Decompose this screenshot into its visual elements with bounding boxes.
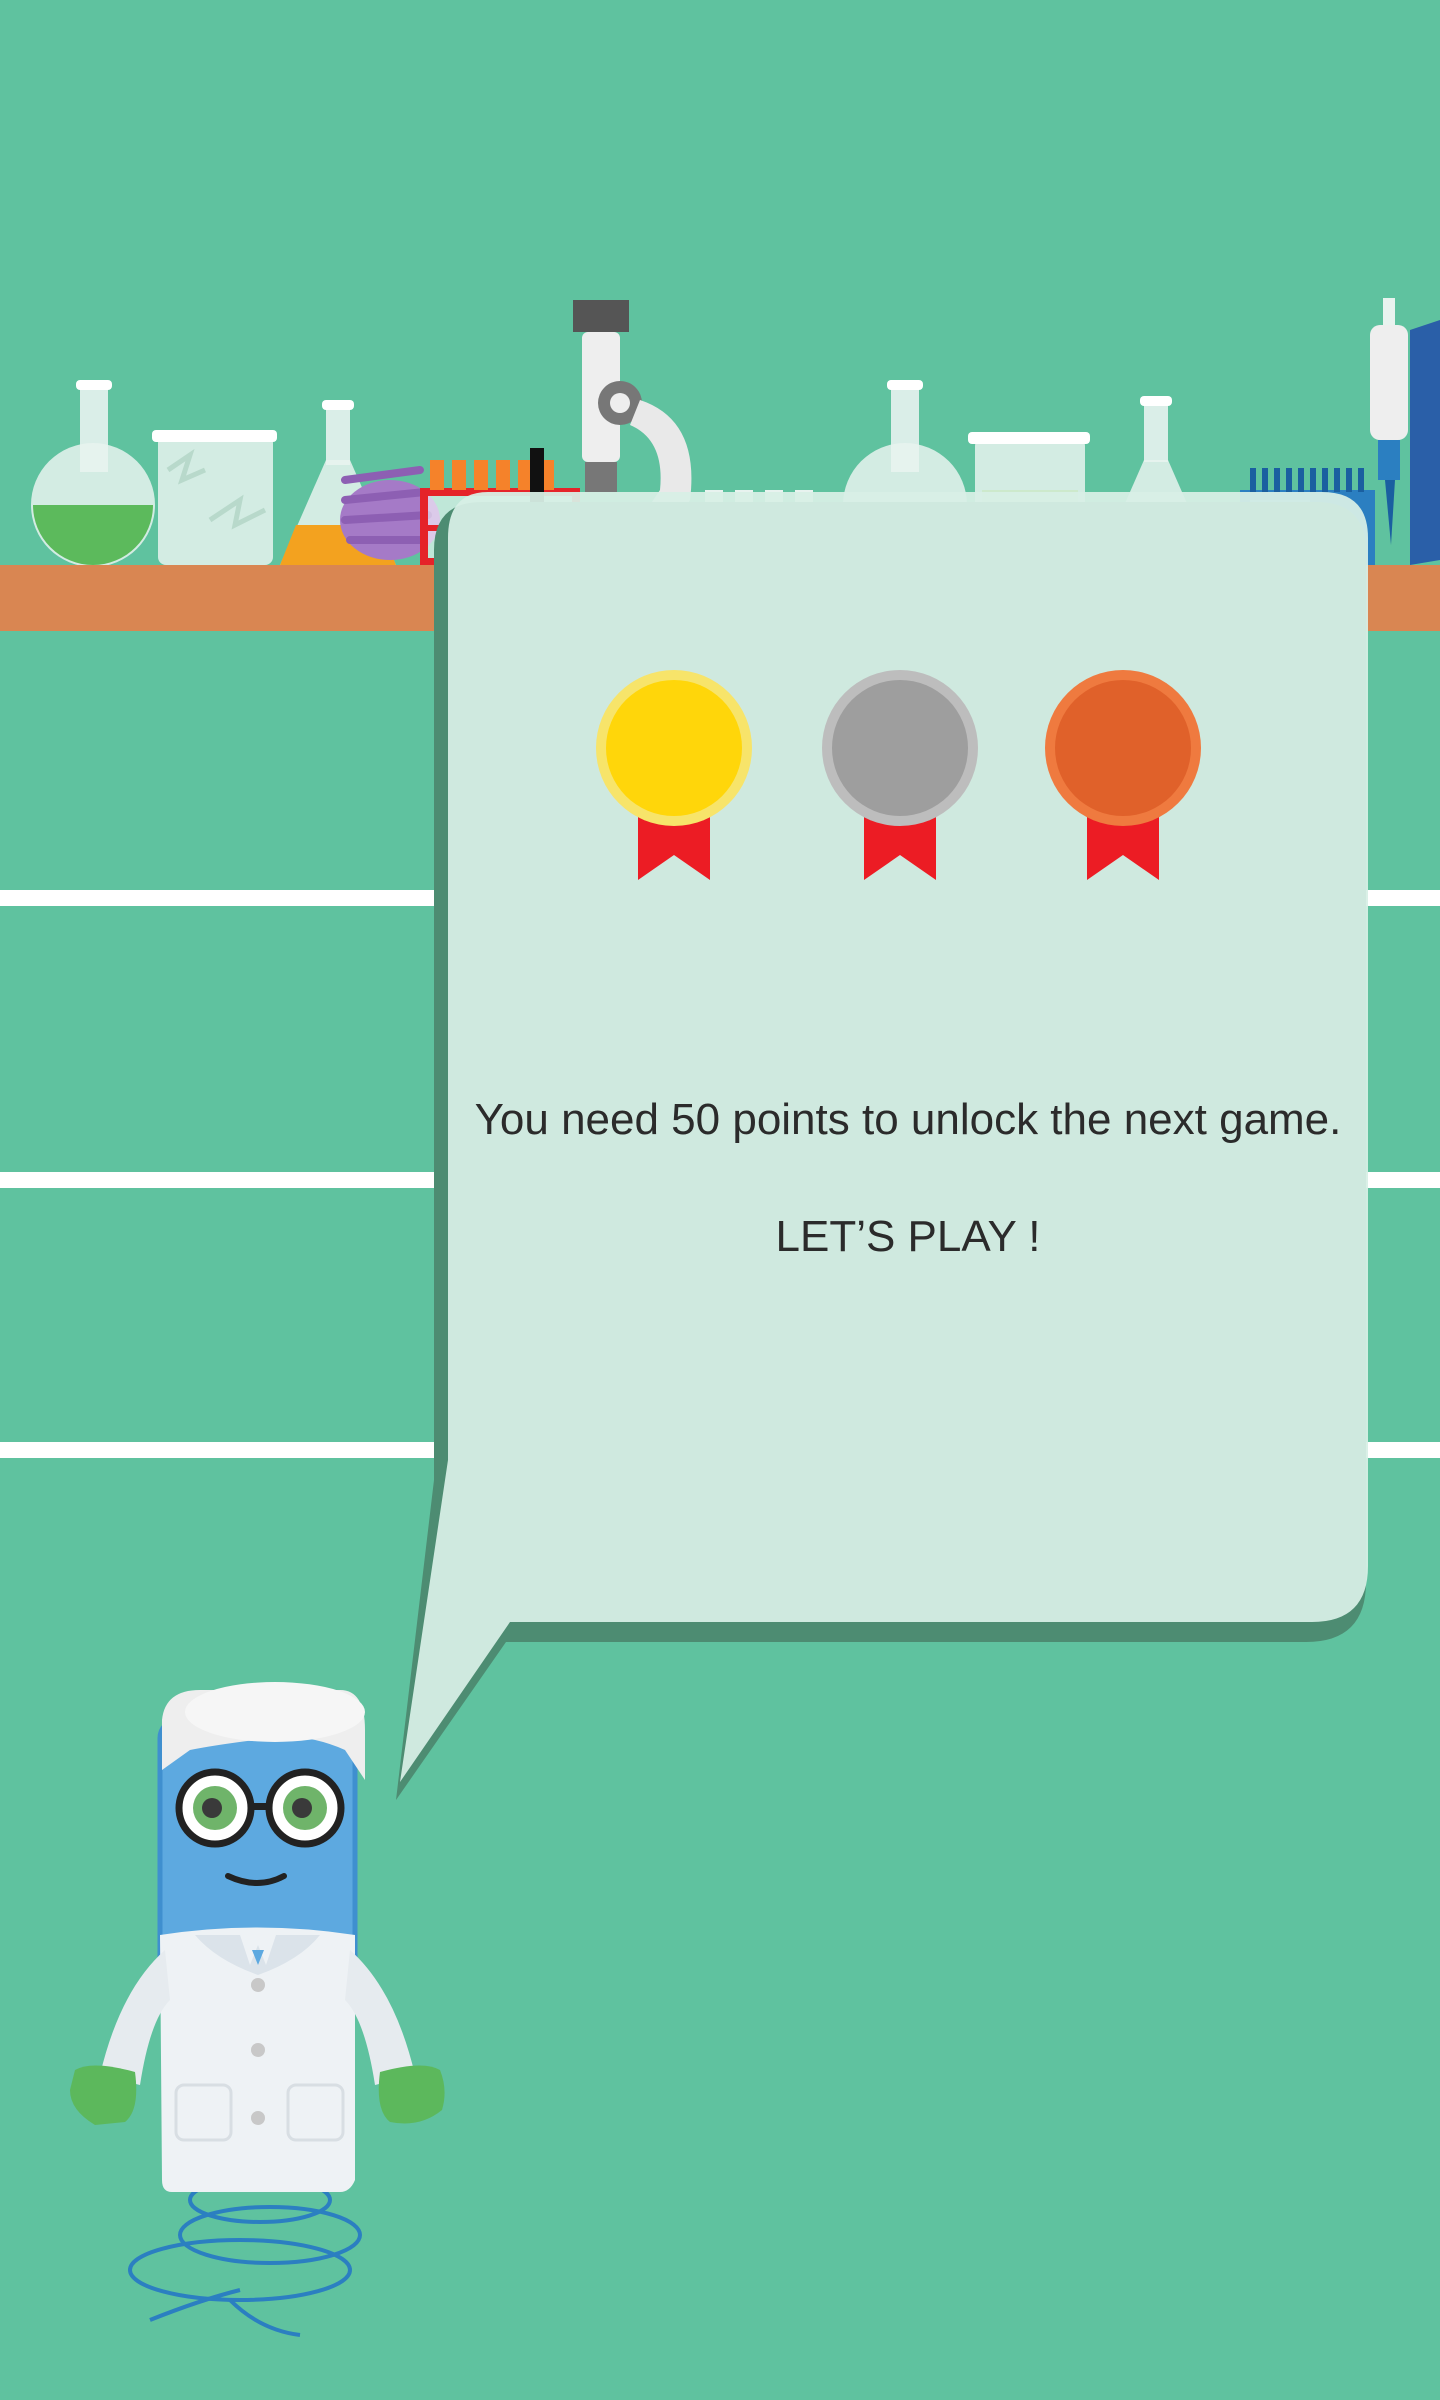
unlock-message: You need 50 points to unlock the next ga… [474,1095,1342,1144]
medals [596,670,1201,880]
right-glove-icon [378,2065,445,2124]
broken-beaker-icon [152,430,277,565]
lab-scene [0,0,1440,2400]
lets-play-button[interactable]: LET’S PLAY ! [450,1212,1366,1262]
